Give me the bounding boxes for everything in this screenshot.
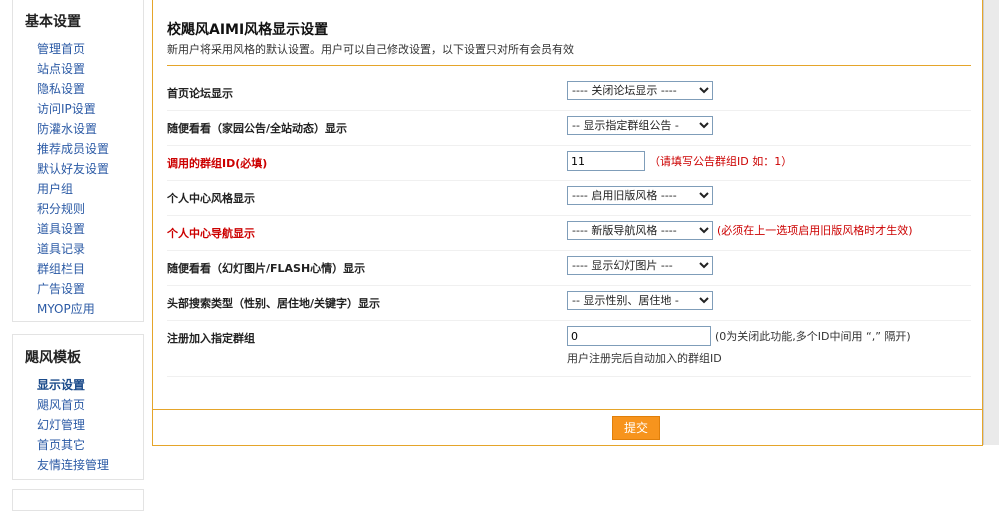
sidebar-item-recommend[interactable]: 推荐成员设置: [37, 139, 143, 159]
setting-row: 随便看看（家园公告/全站动态）显示 -- 显示指定群组公告 -: [167, 110, 971, 146]
sidebar-item-home-other[interactable]: 首页其它: [37, 435, 143, 455]
sidebar-section-title: 飓风模板: [25, 350, 81, 366]
group-id-input[interactable]: [567, 151, 645, 171]
page-subtitle: 新用户将采用风格的默认设置。用户可以自己修改设置，以下设置只对所有会员有效: [167, 43, 574, 56]
forum-display-select[interactable]: ---- 关闭论坛显示 ----: [567, 81, 713, 100]
browse-display-select[interactable]: -- 显示指定群组公告 -: [567, 116, 713, 135]
sidebar-item-myop[interactable]: MYOP应用: [37, 299, 143, 319]
sidebar-section-title: 基本设置: [25, 14, 81, 30]
setting-label: 个人中心风格显示: [167, 192, 255, 205]
setting-row: 随便看看（幻灯图片/FLASH心情）显示 ---- 显示幻灯图片 ---: [167, 250, 971, 286]
group-id-hint: （请填写公告群组ID 如：1）: [649, 154, 793, 168]
sidebar-item-slides[interactable]: 幻灯管理: [37, 415, 143, 435]
setting-label: 注册加入指定群组: [167, 332, 255, 345]
search-type-select[interactable]: -- 显示性别、居住地 -: [567, 291, 713, 310]
sidebar-section-more: [12, 489, 144, 511]
center-nav-hint: (必须在上一选项启用旧版风格时才生效): [717, 224, 913, 237]
sidebar-item-home[interactable]: 飓风首页: [37, 395, 143, 415]
center-nav-select[interactable]: ---- 新版导航风格 ----: [567, 221, 713, 240]
setting-row: 头部搜索类型（性别、居住地/关键字）显示 -- 显示性别、居住地 -: [167, 285, 971, 321]
setting-label: 首页论坛显示: [167, 87, 233, 100]
setting-row: 调用的群组ID(必填) （请填写公告群组ID 如：1）: [167, 145, 971, 181]
sidebar-item-links[interactable]: 友情连接管理: [37, 455, 143, 475]
setting-row: 个人中心导航显示 ---- 新版导航风格 ---- (必须在上一选项启用旧版风格时…: [167, 215, 971, 251]
setting-row: 首页论坛显示 ---- 关闭论坛显示 ----: [167, 75, 971, 111]
sidebar-item-display[interactable]: 显示设置: [37, 375, 143, 395]
divider: [167, 65, 971, 66]
setting-label: 随便看看（家园公告/全站动态）显示: [167, 122, 348, 135]
sidebar-item-props-log[interactable]: 道具记录: [37, 239, 143, 259]
sidebar-item-antispam[interactable]: 防灌水设置: [37, 119, 143, 139]
main-panel: 校飓风AIMI风格显示设置 新用户将采用风格的默认设置。用户可以自己修改设置，以…: [152, 0, 983, 446]
submit-button[interactable]: 提交: [612, 416, 660, 440]
sidebar-item-group-column[interactable]: 群组栏目: [37, 259, 143, 279]
sidebar-section-basic: 基本设置 管理首页 站点设置 隐私设置 访问IP设置 防灌水设置 推荐成员设置 …: [12, 0, 144, 322]
center-style-select[interactable]: ---- 启用旧版风格 ----: [567, 186, 713, 205]
scrollbar[interactable]: [983, 0, 999, 445]
sidebar-item-usergroup[interactable]: 用户组: [37, 179, 143, 199]
setting-label: 调用的群组ID(必填): [167, 157, 268, 170]
setting-label: 随便看看（幻灯图片/FLASH心情）显示: [167, 262, 366, 275]
setting-label: 个人中心导航显示: [167, 227, 255, 240]
sidebar-item-ip[interactable]: 访问IP设置: [37, 99, 143, 119]
register-group-input[interactable]: [567, 326, 711, 346]
setting-row: 个人中心风格显示 ---- 启用旧版风格 ----: [167, 180, 971, 216]
sidebar-item-site-settings[interactable]: 站点设置: [37, 59, 143, 79]
sidebar-item-ads[interactable]: 广告设置: [37, 279, 143, 299]
sidebar-section-template: 飓风模板 显示设置 飓风首页 幻灯管理 首页其它 友情连接管理: [12, 334, 144, 480]
settings-form: 校飓风AIMI风格显示设置 新用户将采用风格的默认设置。用户可以自己修改设置，以…: [153, 0, 982, 410]
sidebar-item-privacy[interactable]: 隐私设置: [37, 79, 143, 99]
sidebar-item-admin-home[interactable]: 管理首页: [37, 39, 143, 59]
page-title: 校飓风AIMI风格显示设置: [167, 22, 329, 38]
setting-row: 注册加入指定群组 (0为关闭此功能,多个ID中间用 “,” 隔开) 用户注册完后…: [167, 320, 971, 377]
sidebar-item-credit[interactable]: 积分规则: [37, 199, 143, 219]
register-group-subhint: 用户注册完后自动加入的群组ID: [567, 352, 722, 365]
sidebar-item-props[interactable]: 道具设置: [37, 219, 143, 239]
setting-label: 头部搜索类型（性别、居住地/关键字）显示: [167, 297, 381, 310]
sidebar-item-default-friends[interactable]: 默认好友设置: [37, 159, 143, 179]
register-group-hint: (0为关闭此功能,多个ID中间用 “,” 隔开): [715, 329, 911, 343]
slides-display-select[interactable]: ---- 显示幻灯图片 ---: [567, 256, 713, 275]
